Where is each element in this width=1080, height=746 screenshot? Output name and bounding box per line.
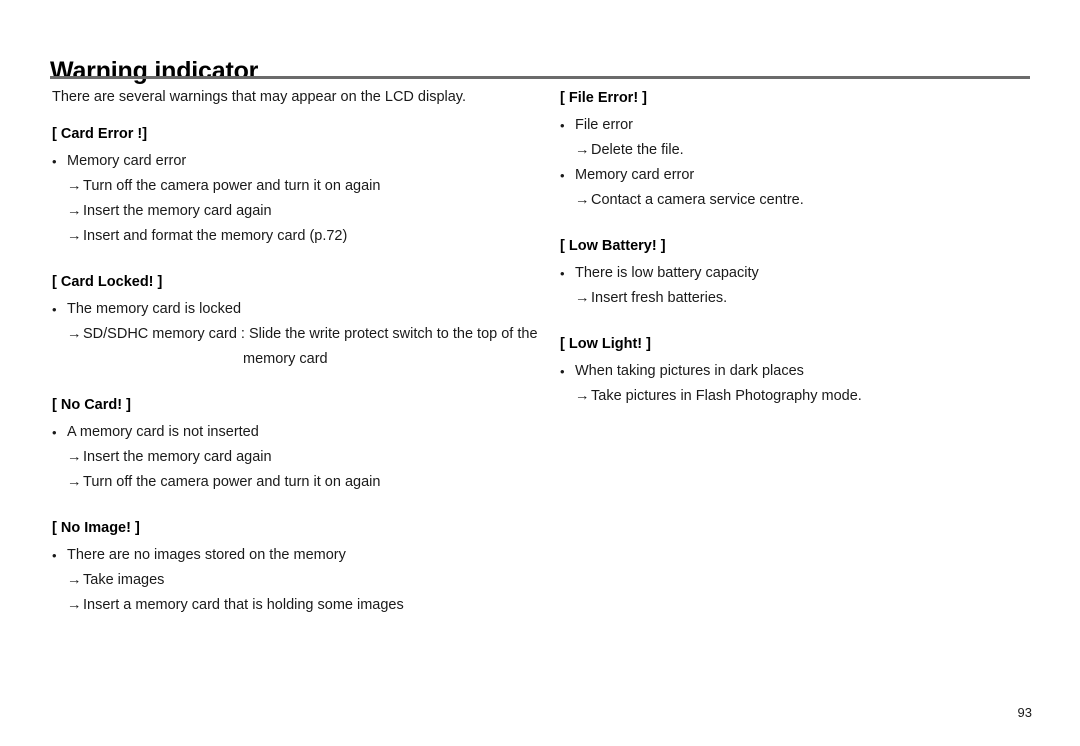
warning-section: [ Card Error !] • Memory card error → Turn o…	[52, 124, 552, 249]
item-label: Insert fresh batteries.	[591, 290, 728, 306]
item-label: Memory card error	[575, 167, 695, 183]
right-column: [ File Error! ] • File error → Delete the fi…	[560, 88, 1030, 432]
arrow-right-icon: →	[575, 142, 590, 158]
left-column: There are several warnings that may appe…	[52, 88, 552, 641]
title-divider	[50, 76, 1030, 79]
warning-remedy-item: → Insert a memory card that is holding so…	[52, 593, 552, 618]
item-label: Memory card error	[67, 153, 187, 169]
warning-remedy-item: → Take pictures in Flash Photography mode…	[560, 384, 1030, 409]
item-label: Contact a camera service centre.	[591, 192, 804, 208]
warning-section-heading: [ Low Light! ]	[560, 336, 651, 352]
warning-section: [ Low Light! ] • When taking pictures in d…	[560, 334, 1030, 409]
left-sections-container: [ Card Error !] • Memory card error → Turn o…	[52, 124, 552, 618]
arrow-right-icon: →	[67, 178, 82, 194]
item-label: SD/SDHC memory card : Slide the write pr…	[83, 326, 538, 342]
item-label: Delete the file.	[591, 142, 684, 158]
item-label: File error	[575, 117, 634, 133]
item-label: Turn off the camera power and turn it on…	[83, 474, 381, 490]
warning-section-heading: [ Card Locked! ]	[52, 274, 163, 290]
arrow-right-icon: →	[67, 326, 82, 342]
warning-section: [ No Card! ] • A memory card is not insert…	[52, 395, 552, 495]
warning-cause-item: • When taking pictures in dark places	[560, 359, 1030, 384]
warning-cause-item: • There are no images stored on the memor…	[52, 543, 552, 568]
warning-section-heading: [ Low Battery! ]	[560, 238, 666, 254]
bullet-icon: •	[52, 548, 57, 563]
item-label: Insert the memory card again	[83, 449, 272, 465]
item-label: When taking pictures in dark places	[575, 363, 804, 379]
bullet-icon: •	[560, 118, 565, 133]
warning-section: [ Low Battery! ] • There is low battery ca…	[560, 236, 1030, 311]
right-sections-container: [ File Error! ] • File error → Delete the fi…	[560, 88, 1030, 409]
item-label: A memory card is not inserted	[67, 424, 259, 440]
arrow-right-icon: →	[67, 449, 82, 465]
intro-text: There are several warnings that may appe…	[52, 89, 467, 105]
warning-remedy-item: → Turn off the camera power and turn it o…	[52, 174, 552, 199]
item-label: There is low battery capacity	[575, 265, 759, 281]
warning-cause-item: • File error	[560, 113, 1030, 138]
arrow-right-icon: →	[575, 388, 590, 404]
warning-remedy-item: → Contact a camera service centre.	[560, 188, 1030, 213]
warning-remedy-item: → SD/SDHC memory card : Slide the write p…	[52, 322, 552, 347]
warning-remedy-item: → Insert and format the memory card (p.72…	[52, 224, 552, 249]
arrow-right-icon: →	[67, 474, 82, 490]
item-label: memory card	[243, 351, 328, 367]
warning-section-heading: [ No Image! ]	[52, 520, 140, 536]
arrow-right-icon: →	[67, 597, 82, 613]
bullet-icon: •	[560, 266, 565, 281]
arrow-right-icon: →	[67, 203, 82, 219]
bullet-icon: •	[560, 364, 565, 379]
manual-page: Warning indicator There are several warn…	[0, 0, 1080, 746]
page-number: 93	[1017, 705, 1032, 720]
item-label: Take pictures in Flash Photography mode.	[591, 388, 862, 404]
bullet-icon: •	[52, 302, 57, 317]
arrow-right-icon: →	[575, 290, 590, 306]
warning-section: [ File Error! ] • File error → Delete the fi…	[560, 88, 1030, 213]
item-label: The memory card is locked	[67, 301, 242, 317]
bullet-icon: •	[52, 154, 57, 169]
warning-section: [ No Image! ] • There are no images stored…	[52, 518, 552, 618]
warning-section: [ Card Locked! ] • The memory card is lock…	[52, 272, 552, 372]
bullet-icon: •	[52, 425, 57, 440]
warning-remedy-item: → Insert the memory card again	[52, 199, 552, 224]
page-title: Warning indicator	[50, 56, 259, 85]
item-label: Insert the memory card again	[83, 203, 272, 219]
warning-section-heading: [ No Card! ]	[52, 397, 131, 413]
warning-remedy-item: → Delete the file.	[560, 138, 1030, 163]
warning-cause-item: • There is low battery capacity	[560, 261, 1030, 286]
item-label: Insert and format the memory card (p.72)	[83, 228, 348, 244]
arrow-right-icon: →	[67, 572, 82, 588]
warning-remedy-item: → Insert the memory card again	[52, 445, 552, 470]
warning-remedy-item: → Insert fresh batteries.	[560, 286, 1030, 311]
warning-remedy-item: → Take images	[52, 568, 552, 593]
warning-section-heading: [ Card Error !]	[52, 126, 148, 142]
warning-remedy-item: → Turn off the camera power and turn it o…	[52, 470, 552, 495]
arrow-right-icon: →	[67, 228, 82, 244]
warning-remedy-continuation: memory card	[52, 347, 552, 372]
warning-cause-item: • Memory card error	[560, 163, 1030, 188]
item-label: Insert a memory card that is holding som…	[83, 597, 404, 613]
item-label: Turn off the camera power and turn it on…	[83, 178, 381, 194]
warning-cause-item: • A memory card is not inserted	[52, 420, 552, 445]
warning-cause-item: • Memory card error	[52, 149, 552, 174]
warning-cause-item: • The memory card is locked	[52, 297, 552, 322]
item-label: Take images	[83, 572, 165, 588]
arrow-right-icon: →	[575, 192, 590, 208]
bullet-icon: •	[560, 168, 565, 183]
warning-section-heading: [ File Error! ]	[560, 90, 648, 106]
item-label: There are no images stored on the memory	[67, 547, 346, 563]
